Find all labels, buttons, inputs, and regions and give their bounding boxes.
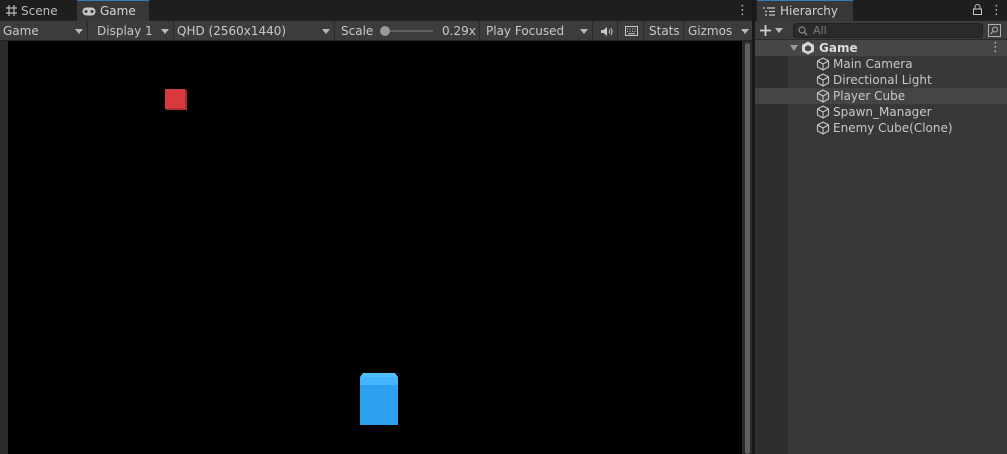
stats-label: Stats [649,24,680,38]
player-cube [360,373,398,425]
display-select-value: Display 1 [97,24,153,38]
cube-icon [816,73,830,87]
chevron-down-icon [775,28,783,33]
speaker-icon [601,26,613,36]
hierarchy-tree: Game ⋮ Main Camera Directional Light Pla… [755,40,1007,454]
gamepad-icon [82,7,96,16]
tree-item-label: Directional Light [833,73,932,87]
expand-arrow-icon[interactable] [790,45,798,51]
game-view-toolbar: Game Display 1 QHD (2560x1440) Scale 0.2… [0,21,752,41]
play-mode-value: Play Focused [486,24,565,38]
game-viewport [0,41,752,454]
hierarchy-options-icon[interactable]: ⋮ [990,4,1003,17]
game-render-area[interactable] [8,41,742,454]
shortcuts-button[interactable] [620,21,644,41]
cube-icon [816,57,830,71]
tab-game[interactable]: Game [77,0,149,21]
lock-icon[interactable] [973,4,982,15]
tab-hierarchy[interactable]: Hierarchy [757,0,853,21]
play-mode-select[interactable]: Play Focused [483,21,593,41]
tree-item-spawn-manager[interactable]: Spawn_Manager [755,104,1007,120]
stats-button[interactable]: Stats [646,21,684,41]
search-icon [798,25,808,35]
tree-item-label: Spawn_Manager [833,105,932,119]
cube-icon [816,105,830,119]
scale-value: 0.29x [442,24,476,38]
plus-icon [760,25,771,36]
cube-icon [816,121,830,135]
gizmos-button[interactable]: Gizmos [685,21,752,41]
scale-slider-handle[interactable] [379,26,390,36]
view-select[interactable]: Game [0,21,88,41]
scale-control: Scale 0.29x [338,21,480,41]
view-select-value: Game [3,24,39,38]
tree-item-enemy-cube-clone[interactable]: Enemy Cube(Clone) [755,120,1007,136]
chevron-down-icon [741,29,749,34]
viewport-edge [0,41,8,454]
chevron-down-icon [75,29,83,34]
tree-item-player-cube[interactable]: Player Cube [755,88,1007,104]
chevron-down-icon [322,29,330,34]
game-view-options-icon[interactable]: ⋮ [736,4,749,17]
tab-game-label: Game [100,4,136,18]
hierarchy-search-input[interactable]: All [793,23,983,38]
gizmos-label: Gizmos [688,24,733,38]
search-placeholder: All [813,24,827,37]
scrollbar-thumb[interactable] [745,43,750,454]
tree-root-game[interactable]: Game ⋮ [755,40,1007,56]
hierarchy-toolbar: All [755,21,1007,40]
scene-search-icon[interactable] [988,24,1001,37]
tab-scene[interactable]: Scene [2,0,74,21]
grid-icon [6,5,17,16]
list-icon [763,6,775,16]
hierarchy-panel: Hierarchy ⋮ All Game ⋮ Main Camera Direc… [755,0,1007,454]
create-button[interactable] [760,22,790,39]
scene-options-icon[interactable]: ⋮ [989,41,1002,54]
tree-item-label: Player Cube [833,89,906,103]
tree-item-label: Enemy Cube(Clone) [833,121,953,135]
tree-item-directional-light[interactable]: Directional Light [755,72,1007,88]
resolution-select[interactable]: QHD (2560x1440) [174,21,335,41]
chevron-down-icon [161,29,169,34]
tree-item-label: Main Camera [833,57,913,71]
resolution-select-value: QHD (2560x1440) [177,24,287,38]
game-view-tabbar: Scene Game ⋮ [0,0,752,21]
tree-item-main-camera[interactable]: Main Camera [755,56,1007,72]
scale-label: Scale [341,24,374,38]
cube-icon [816,89,830,103]
enemy-cube [165,89,187,110]
display-select[interactable]: Display 1 [94,21,174,41]
chevron-down-icon [580,29,588,34]
tab-hierarchy-label: Hierarchy [780,4,839,18]
mute-audio-button[interactable] [596,21,618,41]
tab-scene-label: Scene [21,3,58,18]
unity-scene-icon [802,41,814,55]
keyboard-icon [625,26,638,36]
hierarchy-tabbar: Hierarchy ⋮ [755,0,1007,21]
tree-root-label: Game [819,41,858,55]
